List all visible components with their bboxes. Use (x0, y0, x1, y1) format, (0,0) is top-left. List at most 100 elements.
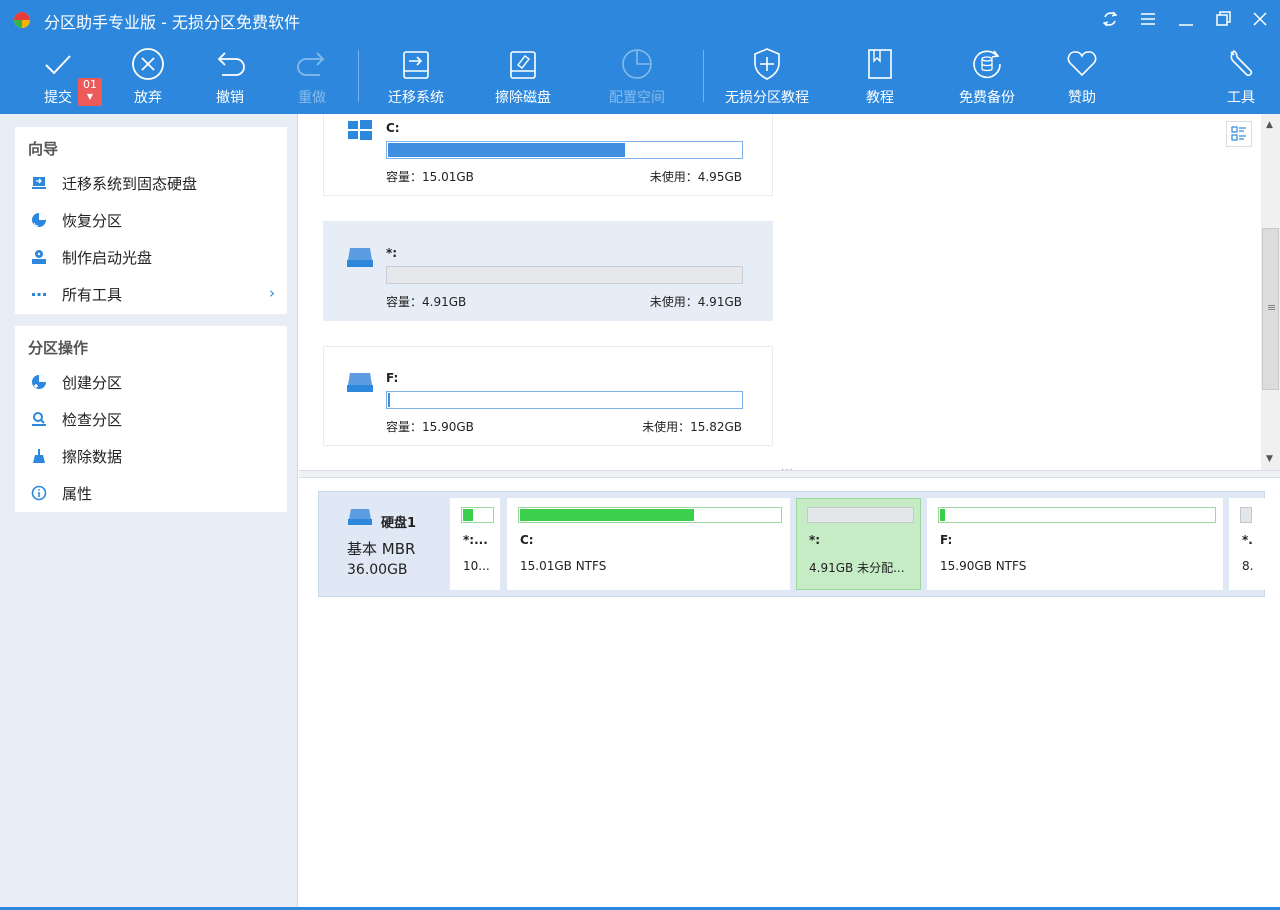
migrate-ssd-icon (31, 175, 47, 191)
sidebar-item-create-partition[interactable]: 创建分区 (15, 364, 287, 400)
sponsor-button[interactable]: 赞助 (1037, 38, 1127, 114)
disk-partition-block[interactable]: C: 15.01GB NTFS (507, 498, 790, 590)
partition-usage-fill (463, 509, 473, 521)
pane-splitter[interactable]: ··· (299, 465, 1280, 478)
more-dots-icon (31, 286, 47, 302)
partition-name: *: (386, 246, 398, 260)
tools-button[interactable]: 工具 (1196, 38, 1280, 114)
bootable-media-icon (31, 249, 47, 265)
menu-icon[interactable] (1134, 6, 1162, 32)
sidebar-item-label: 属性 (62, 485, 93, 503)
disk-partition-block[interactable]: *. 8. (1229, 498, 1265, 590)
sidebar-item-bootable-media[interactable]: 制作启动光盘 (15, 239, 287, 275)
usage-bar-fill (388, 393, 390, 407)
sidebar-item-label: 擦除数据 (62, 448, 123, 466)
sidebar-item-label: 恢复分区 (62, 212, 123, 230)
wizard-panel: 向导 迁移系统到固态硬盘 恢复分区 制作启动光盘 所有工具 › (15, 127, 287, 314)
undo-button[interactable]: 撤销 (185, 38, 275, 114)
refresh-icon[interactable] (1096, 6, 1124, 32)
heart-icon (1062, 44, 1102, 84)
circle-x-icon (128, 44, 168, 84)
usage-bar (386, 141, 743, 159)
allocate-space-button[interactable]: 配置空间 (592, 38, 682, 114)
disk-info[interactable]: 硬盘1 基本 MBR 36.00GB (319, 492, 449, 596)
tutorial-button[interactable]: 教程 (835, 38, 925, 114)
lossless-tutorial-label: 无损分区教程 (725, 90, 809, 106)
wipe-disk-icon (503, 44, 543, 84)
disk-row[interactable]: 硬盘1 基本 MBR 36.00GB *:... 10... C: 15.01G… (318, 491, 1265, 597)
free-space-text: 未使用：15.82GB (642, 420, 742, 434)
scroll-up-icon[interactable]: ▲ (1266, 120, 1273, 130)
info-icon (31, 485, 47, 501)
check-icon (38, 44, 78, 84)
migrate-os-button[interactable]: 迁移系统 (371, 38, 461, 114)
partition-usage-bar (518, 507, 782, 523)
allocate-space-icon (617, 44, 657, 84)
allocate-space-label: 配置空间 (609, 90, 665, 106)
partition-usage-fill (520, 509, 694, 521)
toolbar-divider (703, 50, 704, 102)
sidebar-item-wipe-data[interactable]: 擦除数据 (15, 438, 287, 474)
tools-label: 工具 (1227, 90, 1255, 106)
close-icon[interactable] (1246, 6, 1274, 32)
partition-name: *: (809, 533, 821, 547)
splitter-grip-icon: ··· (781, 465, 794, 476)
wipe-disk-button[interactable]: 擦除磁盘 (478, 38, 568, 114)
lossless-tutorial-button[interactable]: 无损分区教程 (717, 38, 817, 114)
sidebar-item-recover-partition[interactable]: 恢复分区 (15, 202, 287, 238)
sidebar-item-all-tools[interactable]: 所有工具 › (15, 276, 287, 312)
undo-label: 撤销 (216, 90, 244, 106)
shield-plus-icon (747, 44, 787, 84)
sidebar-item-label: 迁移系统到固态硬盘 (62, 175, 198, 193)
scrollbar-thumb[interactable]: ≡ (1262, 228, 1279, 390)
scroll-down-icon[interactable]: ▼ (1266, 454, 1273, 464)
sidebar-item-migrate-ssd[interactable]: 迁移系统到固态硬盘 (15, 165, 287, 201)
wipe-disk-label: 擦除磁盘 (495, 90, 551, 106)
sidebar-item-check-partition[interactable]: 检查分区 (15, 401, 287, 437)
partition-card-unallocated[interactable]: *: 容量：4.91GB 未使用：4.91GB (323, 221, 773, 321)
usage-bar (386, 266, 743, 284)
partition-name: C: (386, 121, 400, 135)
partition-usage-bar (1240, 507, 1252, 523)
sidebar-item-properties[interactable]: 属性 (15, 475, 287, 511)
partition-card-c[interactable]: C: 容量：15.01GB 未使用：4.95GB (323, 114, 773, 196)
wipe-data-icon (31, 448, 47, 464)
cards-scrollbar[interactable]: ▲ ≡ ▼ (1261, 114, 1280, 470)
tutorial-label: 教程 (866, 90, 894, 106)
drive-icon (346, 246, 374, 268)
disk-map-area: 硬盘1 基本 MBR 36.00GB *:... 10... C: 15.01G… (299, 478, 1280, 910)
capacity-text: 容量：15.90GB (386, 420, 474, 434)
top-bar: 分区助手专业版 - 无损分区免费软件 提交 01 ▼ 放弃 撤销 重做 迁移系统… (0, 0, 1280, 114)
pending-count: 01 (83, 78, 97, 91)
capacity-text: 容量：15.01GB (386, 170, 474, 184)
sidebar: 向导 迁移系统到固态硬盘 恢复分区 制作启动光盘 所有工具 › 分区操作 创建分… (0, 114, 298, 910)
sidebar-item-label: 检查分区 (62, 411, 123, 429)
partition-name: *. (1242, 533, 1253, 547)
partition-operations-panel: 分区操作 创建分区 检查分区 擦除数据 属性 (15, 326, 287, 512)
disk-size: 36.00GB (347, 562, 408, 578)
redo-button[interactable]: 重做 (267, 38, 357, 114)
restore-icon[interactable] (1209, 6, 1237, 32)
partition-usage-bar (461, 507, 494, 523)
partition-desc: 8. (1242, 559, 1254, 573)
window-title: 分区助手专业版 - 无损分区免费软件 (44, 13, 300, 32)
partition-desc: 4.91GB 未分配... (809, 561, 905, 575)
sponsor-label: 赞助 (1068, 90, 1096, 106)
partition-cards-area: C: 容量：15.01GB 未使用：4.95GB *: 容量：4.91GB 未使… (299, 114, 1261, 470)
app-logo-icon (10, 9, 34, 29)
partition-desc: 15.90GB NTFS (940, 559, 1027, 573)
disk-partition-block[interactable]: F: 15.90GB NTFS (927, 498, 1223, 590)
minimize-icon[interactable] (1172, 6, 1200, 32)
migrate-os-label: 迁移系统 (388, 90, 444, 106)
partition-name: C: (520, 533, 534, 547)
free-backup-button[interactable]: 免费备份 (942, 38, 1032, 114)
free-space-text: 未使用：4.95GB (649, 170, 742, 184)
list-view-icon (1231, 126, 1246, 141)
disk-partition-block[interactable]: *:... 10... (450, 498, 500, 590)
create-partition-icon (31, 374, 47, 390)
view-toggle-button[interactable] (1226, 121, 1252, 147)
disk-partition-block-selected[interactable]: *: 4.91GB 未分配... (796, 498, 921, 590)
partition-usage-fill (940, 509, 945, 521)
discard-button[interactable]: 放弃 (103, 38, 193, 114)
partition-card-f[interactable]: F: 容量：15.90GB 未使用：15.82GB (323, 346, 773, 446)
